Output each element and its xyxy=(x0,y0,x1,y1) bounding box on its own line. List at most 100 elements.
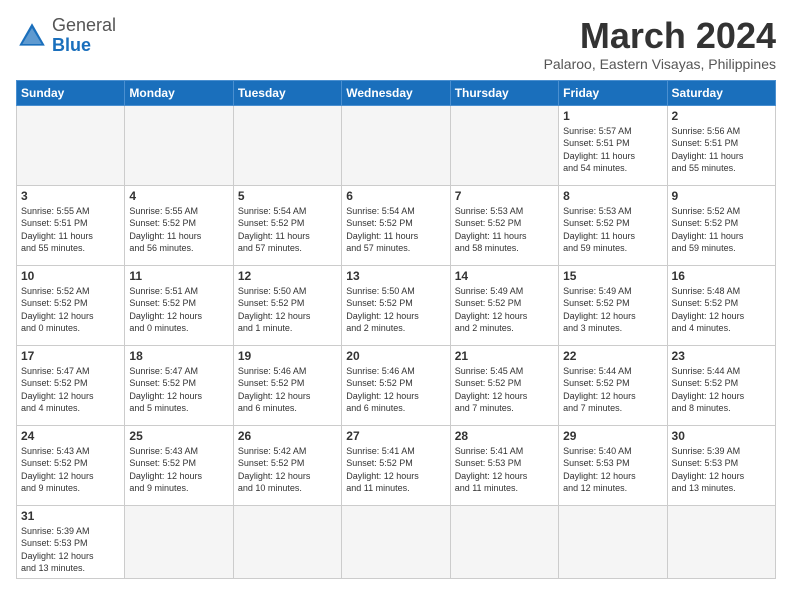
day-info: Sunrise: 5:47 AM Sunset: 5:52 PM Dayligh… xyxy=(129,365,228,415)
weekday-header-friday: Friday xyxy=(559,80,667,105)
day-info: Sunrise: 5:39 AM Sunset: 5:53 PM Dayligh… xyxy=(21,525,120,575)
day-number: 17 xyxy=(21,349,120,363)
day-number: 15 xyxy=(563,269,662,283)
day-number: 3 xyxy=(21,189,120,203)
day-info: Sunrise: 5:52 AM Sunset: 5:52 PM Dayligh… xyxy=(21,285,120,335)
calendar-cell-w5d5 xyxy=(559,505,667,578)
day-number: 7 xyxy=(455,189,554,203)
day-number: 21 xyxy=(455,349,554,363)
weekday-header-monday: Monday xyxy=(125,80,233,105)
day-info: Sunrise: 5:53 AM Sunset: 5:52 PM Dayligh… xyxy=(563,205,662,255)
calendar-week-2: 10 Sunrise: 5:52 AM Sunset: 5:52 PM Dayli… xyxy=(17,265,776,345)
day-info: Sunrise: 5:45 AM Sunset: 5:52 PM Dayligh… xyxy=(455,365,554,415)
calendar-cell-w0d6: 2Sunrise: 5:56 AM Sunset: 5:51 PM Daylig… xyxy=(667,105,775,185)
day-info: Sunrise: 5:46 AM Sunset: 5:52 PM Dayligh… xyxy=(238,365,337,415)
calendar-cell-w3d1: 18 Sunrise: 5:47 AM Sunset: 5:52 PM Dayli… xyxy=(125,345,233,425)
weekday-header-row: SundayMondayTuesdayWednesdayThursdayFrid… xyxy=(17,80,776,105)
day-info: Sunrise: 5:43 AM Sunset: 5:52 PM Dayligh… xyxy=(129,445,228,495)
day-info: Sunrise: 5:52 AM Sunset: 5:52 PM Dayligh… xyxy=(672,205,771,255)
calendar-cell-w5d1 xyxy=(125,505,233,578)
calendar-cell-w1d0: 3 Sunrise: 5:55 AM Sunset: 5:51 PM Daylig… xyxy=(17,185,125,265)
calendar-cell-w3d5: 22Sunrise: 5:44 AM Sunset: 5:52 PM Dayli… xyxy=(559,345,667,425)
day-number: 14 xyxy=(455,269,554,283)
calendar-title: March 2024 xyxy=(544,16,776,56)
calendar-subtitle: Palaroo, Eastern Visayas, Philippines xyxy=(544,56,776,72)
calendar-cell-w3d4: 21 Sunrise: 5:45 AM Sunset: 5:52 PM Dayli… xyxy=(450,345,558,425)
day-number: 9 xyxy=(672,189,771,203)
day-number: 10 xyxy=(21,269,120,283)
weekday-header-sunday: Sunday xyxy=(17,80,125,105)
day-number: 18 xyxy=(129,349,228,363)
calendar-cell-w0d4 xyxy=(450,105,558,185)
calendar-cell-w1d4: 7Sunrise: 5:53 AM Sunset: 5:52 PM Daylig… xyxy=(450,185,558,265)
day-number: 19 xyxy=(238,349,337,363)
day-number: 11 xyxy=(129,269,228,283)
day-number: 12 xyxy=(238,269,337,283)
calendar-cell-w2d6: 16 Sunrise: 5:48 AM Sunset: 5:52 PM Dayli… xyxy=(667,265,775,345)
calendar-cell-w4d5: 29Sunrise: 5:40 AM Sunset: 5:53 PM Dayli… xyxy=(559,425,667,505)
calendar-cell-w0d3 xyxy=(342,105,450,185)
calendar-cell-w2d5: 15Sunrise: 5:49 AM Sunset: 5:52 PM Dayli… xyxy=(559,265,667,345)
calendar-cell-w1d1: 4 Sunrise: 5:55 AM Sunset: 5:52 PM Daylig… xyxy=(125,185,233,265)
calendar-week-0: 1Sunrise: 5:57 AM Sunset: 5:51 PM Daylig… xyxy=(17,105,776,185)
day-info: Sunrise: 5:51 AM Sunset: 5:52 PM Dayligh… xyxy=(129,285,228,335)
day-number: 8 xyxy=(563,189,662,203)
day-info: Sunrise: 5:50 AM Sunset: 5:52 PM Dayligh… xyxy=(238,285,337,335)
day-info: Sunrise: 5:42 AM Sunset: 5:52 PM Dayligh… xyxy=(238,445,337,495)
generalblue-logo-icon xyxy=(16,20,48,52)
day-number: 27 xyxy=(346,429,445,443)
day-info: Sunrise: 5:55 AM Sunset: 5:52 PM Dayligh… xyxy=(129,205,228,255)
day-number: 5 xyxy=(238,189,337,203)
day-info: Sunrise: 5:40 AM Sunset: 5:53 PM Dayligh… xyxy=(563,445,662,495)
calendar-cell-w4d4: 28Sunrise: 5:41 AM Sunset: 5:53 PM Dayli… xyxy=(450,425,558,505)
day-info: Sunrise: 5:54 AM Sunset: 5:52 PM Dayligh… xyxy=(346,205,445,255)
day-number: 25 xyxy=(129,429,228,443)
day-number: 28 xyxy=(455,429,554,443)
day-info: Sunrise: 5:50 AM Sunset: 5:52 PM Dayligh… xyxy=(346,285,445,335)
calendar-table: SundayMondayTuesdayWednesdayThursdayFrid… xyxy=(16,80,776,579)
calendar-week-4: 24 Sunrise: 5:43 AM Sunset: 5:52 PM Dayli… xyxy=(17,425,776,505)
calendar-cell-w5d6 xyxy=(667,505,775,578)
day-number: 23 xyxy=(672,349,771,363)
calendar-cell-w4d1: 25 Sunrise: 5:43 AM Sunset: 5:52 PM Dayli… xyxy=(125,425,233,505)
calendar-cell-w4d2: 26Sunrise: 5:42 AM Sunset: 5:52 PM Dayli… xyxy=(233,425,341,505)
weekday-header-thursday: Thursday xyxy=(450,80,558,105)
page-header: GeneralBlue March 2024 Palaroo, Eastern … xyxy=(16,16,776,72)
calendar-week-3: 17 Sunrise: 5:47 AM Sunset: 5:52 PM Dayli… xyxy=(17,345,776,425)
calendar-cell-w0d0 xyxy=(17,105,125,185)
day-info: Sunrise: 5:43 AM Sunset: 5:52 PM Dayligh… xyxy=(21,445,120,495)
calendar-cell-w2d2: 12 Sunrise: 5:50 AM Sunset: 5:52 PM Dayli… xyxy=(233,265,341,345)
logo: GeneralBlue xyxy=(16,16,116,56)
calendar-cell-w4d6: 30Sunrise: 5:39 AM Sunset: 5:53 PM Dayli… xyxy=(667,425,775,505)
calendar-cell-w2d4: 14Sunrise: 5:49 AM Sunset: 5:52 PM Dayli… xyxy=(450,265,558,345)
calendar-cell-w5d0: 31 Sunrise: 5:39 AM Sunset: 5:53 PM Dayli… xyxy=(17,505,125,578)
day-number: 20 xyxy=(346,349,445,363)
day-number: 1 xyxy=(563,109,662,123)
weekday-header-saturday: Saturday xyxy=(667,80,775,105)
calendar-cell-w1d3: 6 Sunrise: 5:54 AM Sunset: 5:52 PM Daylig… xyxy=(342,185,450,265)
calendar-cell-w1d5: 8 Sunrise: 5:53 AM Sunset: 5:52 PM Daylig… xyxy=(559,185,667,265)
day-info: Sunrise: 5:54 AM Sunset: 5:52 PM Dayligh… xyxy=(238,205,337,255)
calendar-cell-w3d3: 20 Sunrise: 5:46 AM Sunset: 5:52 PM Dayli… xyxy=(342,345,450,425)
day-number: 30 xyxy=(672,429,771,443)
day-info: Sunrise: 5:55 AM Sunset: 5:51 PM Dayligh… xyxy=(21,205,120,255)
calendar-cell-w5d3 xyxy=(342,505,450,578)
calendar-cell-w3d2: 19 Sunrise: 5:46 AM Sunset: 5:52 PM Dayli… xyxy=(233,345,341,425)
day-number: 2 xyxy=(672,109,771,123)
day-info: Sunrise: 5:48 AM Sunset: 5:52 PM Dayligh… xyxy=(672,285,771,335)
day-number: 4 xyxy=(129,189,228,203)
calendar-cell-w3d0: 17Sunrise: 5:47 AM Sunset: 5:52 PM Dayli… xyxy=(17,345,125,425)
calendar-cell-w2d3: 13Sunrise: 5:50 AM Sunset: 5:52 PM Dayli… xyxy=(342,265,450,345)
day-number: 6 xyxy=(346,189,445,203)
calendar-cell-w0d5: 1Sunrise: 5:57 AM Sunset: 5:51 PM Daylig… xyxy=(559,105,667,185)
day-number: 24 xyxy=(21,429,120,443)
day-number: 16 xyxy=(672,269,771,283)
calendar-cell-w3d6: 23Sunrise: 5:44 AM Sunset: 5:52 PM Dayli… xyxy=(667,345,775,425)
day-number: 31 xyxy=(21,509,120,523)
logo-text: GeneralBlue xyxy=(52,16,116,56)
day-info: Sunrise: 5:46 AM Sunset: 5:52 PM Dayligh… xyxy=(346,365,445,415)
day-info: Sunrise: 5:44 AM Sunset: 5:52 PM Dayligh… xyxy=(563,365,662,415)
day-info: Sunrise: 5:41 AM Sunset: 5:52 PM Dayligh… xyxy=(346,445,445,495)
calendar-cell-w2d0: 10 Sunrise: 5:52 AM Sunset: 5:52 PM Dayli… xyxy=(17,265,125,345)
calendar-week-1: 3 Sunrise: 5:55 AM Sunset: 5:51 PM Daylig… xyxy=(17,185,776,265)
